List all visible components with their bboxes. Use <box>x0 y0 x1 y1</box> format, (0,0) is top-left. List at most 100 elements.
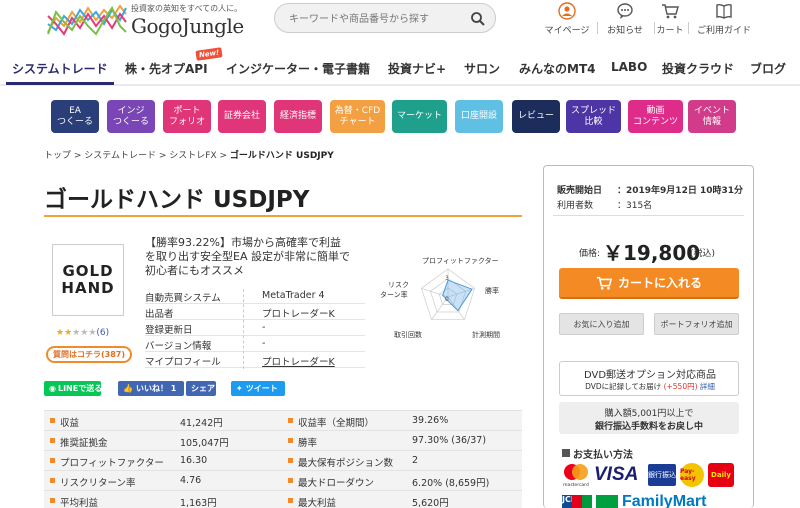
spec-value-profile-link[interactable]: プロトレーダーK <box>262 354 335 368</box>
cart-icon <box>662 4 679 19</box>
stats-bullet <box>288 458 293 463</box>
star-filled-icon: ★ <box>56 328 65 338</box>
search-input[interactable] <box>289 10 459 28</box>
category-tile-ea-tool[interactable]: EA つくーる <box>51 100 99 133</box>
dvd-option-desc: DVDに記録してお届け <box>585 382 662 391</box>
category-tile-fx-cfd-chart[interactable]: 為替・CFD チャート <box>330 100 385 133</box>
category-tile-spread-compare[interactable]: スプレッド 比較 <box>566 100 621 133</box>
nav-guide[interactable]: ご利用ガイド <box>691 2 757 36</box>
search-box[interactable] <box>274 3 496 33</box>
bank-refund-line1: 購入額5,001円以上で <box>604 409 694 419</box>
add-favorite-button[interactable]: お気に入り追加 <box>559 313 644 335</box>
spec-label-platform: 自動売買システム <box>145 293 221 304</box>
stats-bullet <box>50 498 55 503</box>
main-nav-indicators[interactable]: インジケーター・電子書籍 <box>226 60 370 77</box>
logo-tagline: 投資家の英知をすべての人に。 <box>131 4 243 13</box>
breadcrumb-systre-fx[interactable]: シストレFX <box>169 151 216 161</box>
stats-label: 収益率（全期間） <box>298 418 375 429</box>
product-rating[interactable]: ★★★★★(6) <box>56 328 109 338</box>
category-tile-video-contents[interactable]: 動画 コンテンツ <box>628 100 683 133</box>
jcb-logo: JCB <box>562 495 592 508</box>
add-portfolio-button[interactable]: ポートフォリオ追加 <box>654 313 739 335</box>
radar-label-profit-factor: プロフィットファクター <box>422 256 499 265</box>
stats-row: 推奨証拠金 105,047円 勝率 97.30% (36/37) <box>44 431 522 451</box>
stats-row: 平均利益 1,163円 最大利益 5,620円 <box>44 491 522 508</box>
stats-value: 2 <box>412 455 419 466</box>
category-tile-indi-tool[interactable]: インジ つくーる <box>107 100 155 133</box>
nav-mypage[interactable]: マイページ <box>539 2 595 36</box>
main-nav-stock-api[interactable]: 株・先オプAPI <box>125 60 208 77</box>
main-nav-system-trade[interactable]: システムトレード <box>12 60 108 77</box>
search-icon[interactable] <box>470 11 486 27</box>
main-nav-invest-navi[interactable]: 投資ナビ+ <box>388 60 446 77</box>
main-nav-salon[interactable]: サロン <box>464 60 500 77</box>
dvd-option-box: DVD郵送オプション対応商品 DVDに記録してお届け (+550円) 詳細 <box>559 361 739 396</box>
radar-scale-0: 0 <box>445 296 449 303</box>
spec-divider <box>145 303 365 304</box>
stats-row: プロフィットファクター 16.30 最大保有ポジション数 2 <box>44 451 522 471</box>
bank-transfer-logo: 銀行振込 <box>648 464 676 486</box>
stats-value: 4.76 <box>180 475 202 486</box>
dvd-detail-link[interactable]: 詳細 <box>700 382 715 391</box>
radar-label-period: 計測期間 <box>472 330 500 339</box>
price-label: 価格: <box>579 249 601 259</box>
category-tile-portfolio[interactable]: ポート フォリオ <box>163 100 211 133</box>
main-nav-labo[interactable]: LABO <box>611 60 647 74</box>
line-share-label: LINEで送る <box>57 384 103 393</box>
category-tile-event-info[interactable]: イベント 情報 <box>688 100 736 133</box>
active-tab-indicator <box>6 82 114 85</box>
payment-methods-title: お支払い方法 <box>573 450 633 461</box>
rating-count[interactable]: (6) <box>96 328 109 338</box>
bank-fee-refund-box: 購入額5,001円以上で 銀行振込手数料をお戻し中 <box>559 402 739 434</box>
main-nav-blog[interactable]: ブログ <box>750 60 786 77</box>
line-icon: ◉ <box>49 384 56 393</box>
stats-bullet <box>50 478 55 483</box>
svg-text:mastercard: mastercard <box>563 482 589 488</box>
users-value: ：315名 <box>617 201 653 211</box>
stats-value: 6.20% (8,659円) <box>412 478 490 489</box>
breadcrumb: トップ > システムトレード > シストレFX > ゴールドハンド USDJPY <box>44 151 334 161</box>
line-share-button[interactable]: ◉ LINEで送る <box>44 381 103 396</box>
category-tile-market[interactable]: マーケット <box>392 100 447 133</box>
performance-stats-table: 収益 41,242円 収益率（全期間） 39.26% 推奨証拠金 105,047円 勝率 97… <box>44 410 522 508</box>
facebook-share-button[interactable]: シェア <box>186 381 216 396</box>
spec-value-updated: - <box>262 322 266 333</box>
main-nav-cloud[interactable]: 投資クラウド <box>662 60 734 77</box>
spec-value-version: - <box>262 338 266 349</box>
stats-value: 16.30 <box>180 455 208 466</box>
breadcrumb-top[interactable]: トップ <box>44 151 71 161</box>
category-tile-review[interactable]: レビュー <box>512 100 560 133</box>
tweet-button[interactable]: ✦ ツイート <box>231 381 285 396</box>
familymart-logo: FamilyMart <box>622 493 707 508</box>
breadcrumb-system-trade[interactable]: システムトレード <box>84 151 156 161</box>
main-nav-mt4[interactable]: みんなのMT4 <box>519 60 595 77</box>
radar-label-win-rate: 勝率 <box>485 286 499 295</box>
questions-badge[interactable]: 質問はコチラ(387) <box>46 346 133 363</box>
tweet-label: ツイート <box>245 384 278 393</box>
add-to-cart-button[interactable]: カートに入れる <box>559 268 739 299</box>
nav-cart[interactable]: カート <box>642 2 698 36</box>
header-separator <box>688 22 689 34</box>
product-description: 【勝率93.22%】市場から高確率で利益 を取り出す安全型EA 設定が非常に簡単… <box>145 236 350 277</box>
category-tile-economic-indicators[interactable]: 経済指標 <box>274 100 322 133</box>
dvd-option-title: DVD郵送オプション対応商品 <box>583 370 717 381</box>
page-title: ゴールドハンド USDJPY <box>44 187 310 213</box>
spec-value-seller[interactable]: プロトレーダーK <box>262 306 335 320</box>
title-underline <box>44 215 522 217</box>
logo-wordmark[interactable]: GogoJungle <box>131 14 244 38</box>
stats-value: 1,163円 <box>180 498 217 508</box>
spec-label-profile: マイプロフィール <box>145 357 221 368</box>
stats-label: 推奨証拠金 <box>60 438 108 449</box>
spec-label-seller: 出品者 <box>145 309 174 320</box>
publish-date-value: ：2019年9月12日 10時31分 <box>617 186 744 196</box>
cart-icon <box>596 276 612 290</box>
stats-value: 105,047円 <box>180 438 229 449</box>
category-tile-account-opening[interactable]: 口座開設 <box>455 100 503 133</box>
category-tile-brokers[interactable]: 証券会社 <box>218 100 266 133</box>
add-to-cart-label: カートに入れる <box>617 276 702 290</box>
stats-value: 97.30% (36/37) <box>412 435 487 446</box>
gogojungle-logo-graph[interactable] <box>46 4 128 36</box>
facebook-like-button[interactable]: 👍 いいね！ 1 <box>118 381 184 396</box>
spec-label-updated: 登録更新日 <box>145 325 193 336</box>
payment-title-marker <box>562 449 570 457</box>
